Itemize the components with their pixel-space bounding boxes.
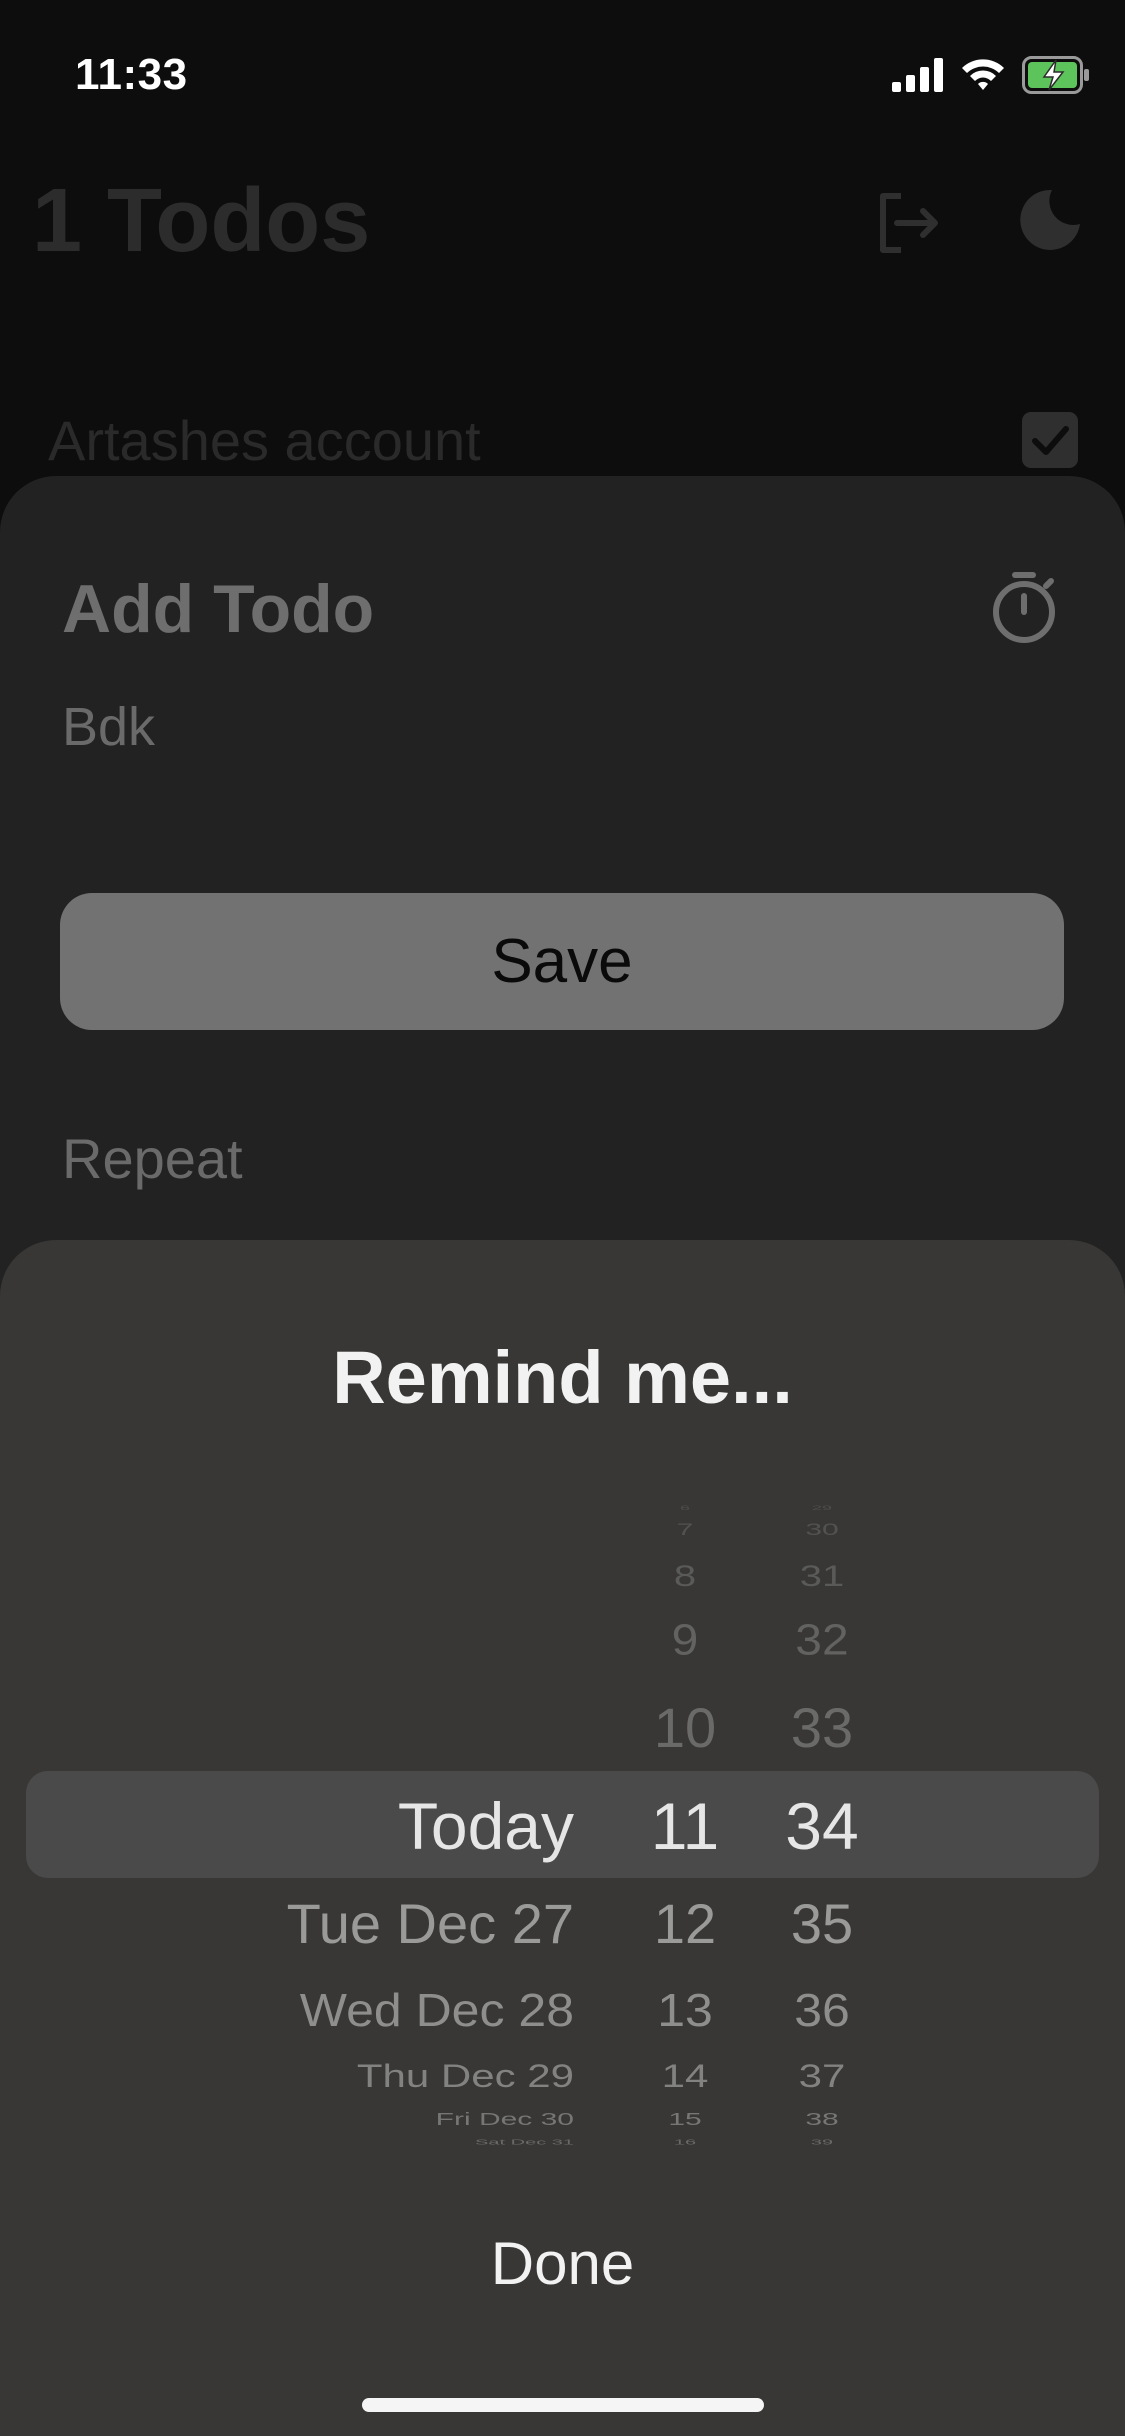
date-picker-option[interactable]: Wed Dec 28: [74, 1987, 574, 2034]
hour-picker-option[interactable]: 9: [625, 1619, 745, 1662]
hour-picker-option[interactable]: 8: [625, 1561, 745, 1591]
date-picker-option[interactable]: Sat Dec 31: [74, 2138, 574, 2146]
minute-picker-option[interactable]: 29: [762, 1505, 882, 1511]
date-picker-option[interactable]: Today: [74, 1793, 574, 1859]
hour-picker-option[interactable]: 12: [625, 1896, 745, 1952]
todo-list-item[interactable]: Artashes account: [48, 408, 481, 473]
minute-picker-option[interactable]: 32: [762, 1619, 882, 1662]
save-button[interactable]: Save: [60, 893, 1064, 1030]
date-picker-option[interactable]: Fri Dec 30: [74, 2111, 574, 2128]
minute-picker-option[interactable]: 36: [762, 1987, 882, 2034]
minute-picker-option[interactable]: 30: [762, 1521, 882, 1539]
checkbox-checked-icon[interactable]: [1022, 412, 1078, 468]
hour-picker-option[interactable]: 6: [625, 1505, 745, 1511]
hour-picker-option[interactable]: 10: [625, 1700, 745, 1756]
remind-me-title: Remind me...: [332, 1336, 793, 1419]
todo-text-input[interactable]: Bdk: [62, 696, 155, 758]
hour-picker-option[interactable]: 15: [625, 2111, 745, 2128]
wifi-icon: [962, 59, 1004, 90]
page-title: 1 Todos: [32, 171, 371, 271]
cellular-signal-icon: [892, 58, 943, 92]
date-picker-option[interactable]: Tue Dec 27: [74, 1896, 574, 1952]
minute-picker-option[interactable]: 33: [762, 1700, 882, 1756]
done-button[interactable]: Done: [0, 2228, 1125, 2299]
minute-picker-option[interactable]: 31: [762, 1561, 882, 1591]
hour-picker-option[interactable]: 13: [625, 1987, 745, 2034]
minute-picker-option[interactable]: 34: [762, 1793, 882, 1859]
timer-icon[interactable]: [990, 570, 1058, 646]
add-todo-title: Add Todo: [62, 571, 375, 647]
minute-picker-option[interactable]: 37: [762, 2059, 882, 2093]
home-indicator[interactable]: [362, 2398, 764, 2412]
hour-picker-option[interactable]: 14: [625, 2059, 745, 2093]
hour-picker-option[interactable]: 7: [625, 1521, 745, 1539]
repeat-option[interactable]: Repeat: [62, 1126, 243, 1191]
minute-picker-option[interactable]: 35: [762, 1896, 882, 1952]
minute-picker-option[interactable]: 39: [762, 2138, 882, 2146]
dark-mode-moon-icon[interactable]: [1018, 188, 1082, 252]
battery-charging-icon: [1022, 56, 1089, 94]
hour-picker-option[interactable]: 11: [625, 1793, 745, 1859]
date-picker-option[interactable]: Thu Dec 29: [74, 2059, 574, 2093]
status-time: 11:33: [75, 50, 188, 99]
logout-icon[interactable]: [875, 190, 941, 256]
minute-picker-option[interactable]: 38: [762, 2111, 882, 2128]
hour-picker-option[interactable]: 16: [625, 2138, 745, 2146]
